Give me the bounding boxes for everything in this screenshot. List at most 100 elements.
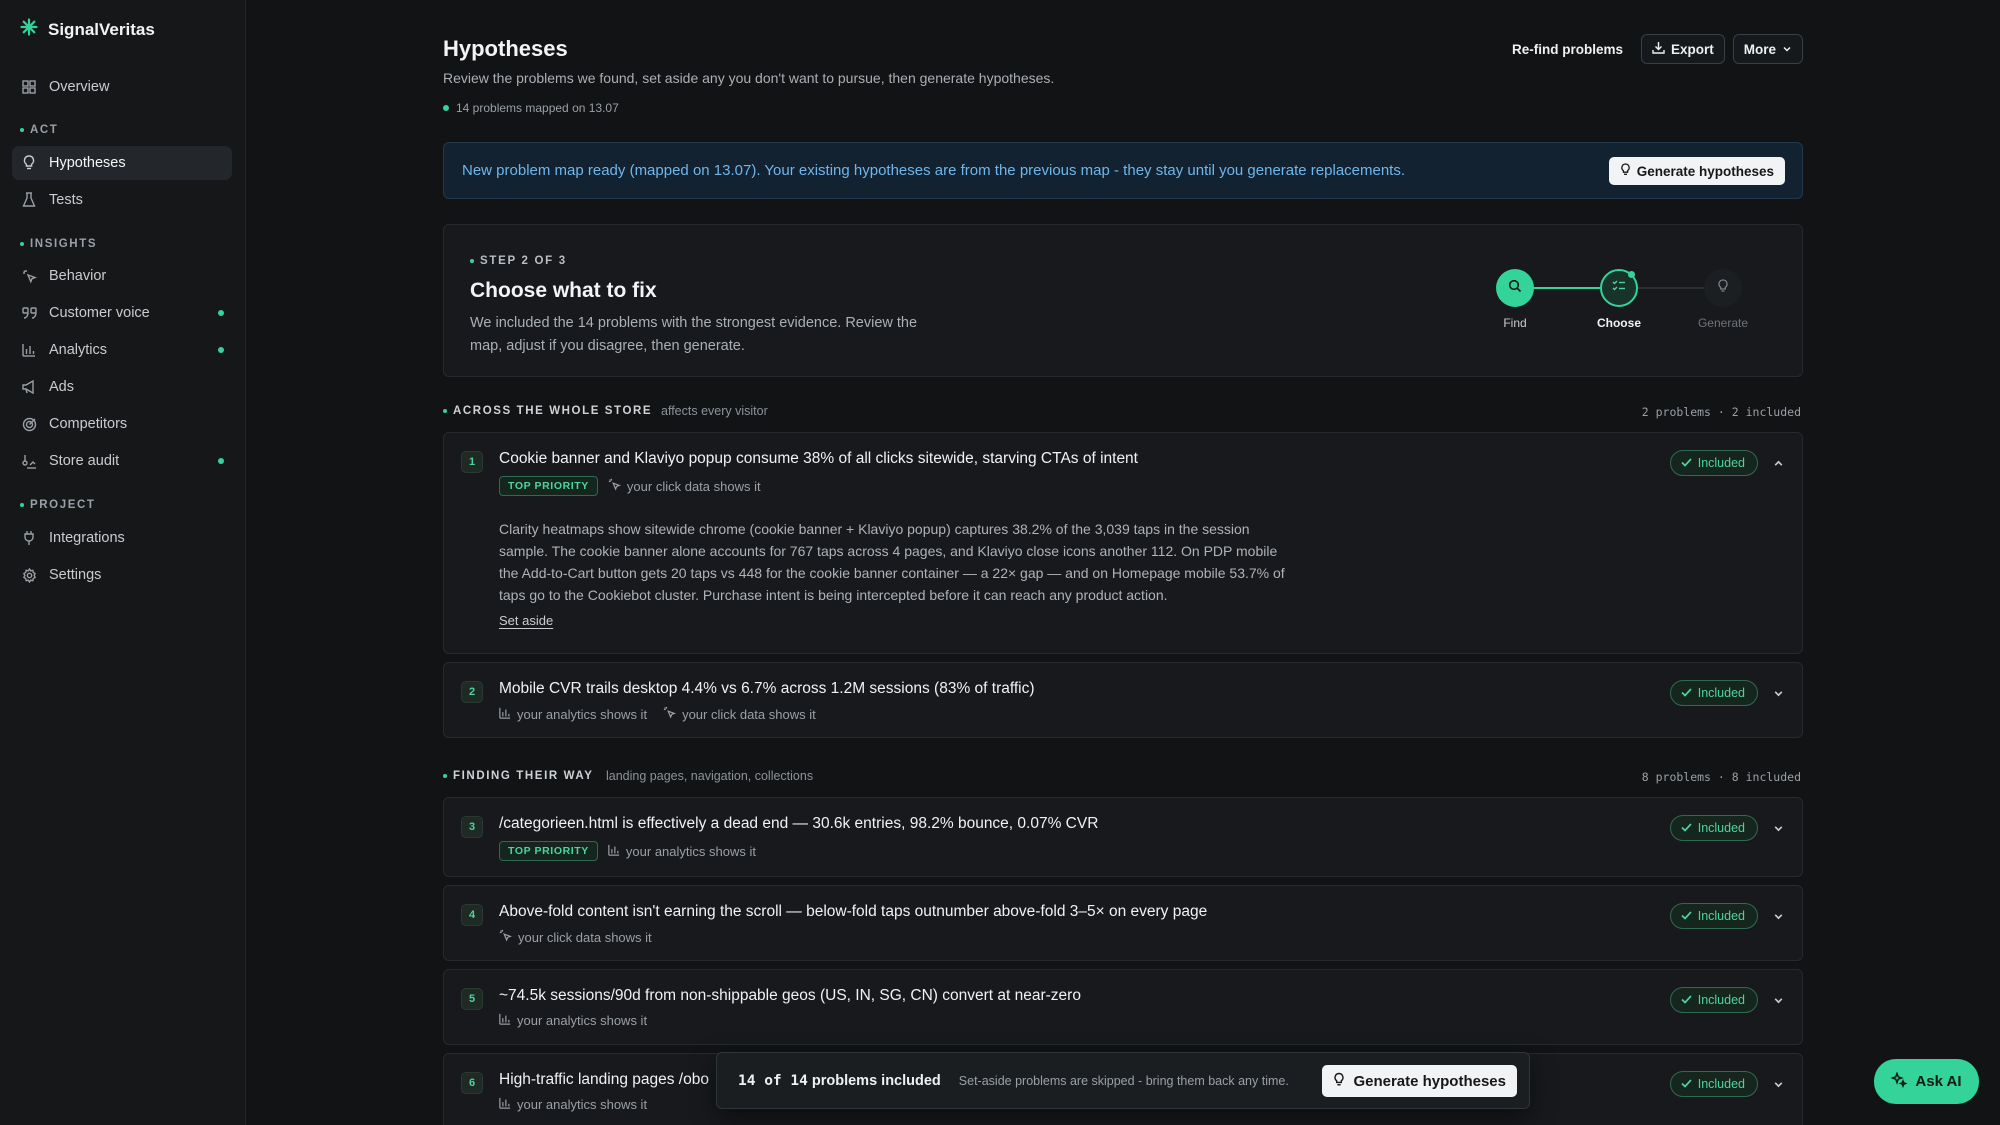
- problem-title: Mobile CVR trails desktop 4.4% vs 6.7% a…: [499, 680, 1035, 697]
- chevron-down-icon[interactable]: [1770, 685, 1786, 701]
- brand[interactable]: SignalVeritas: [20, 18, 155, 41]
- more-label: More: [1743, 41, 1776, 57]
- page-subtitle: Review the problems we found, set aside …: [443, 70, 1055, 86]
- group-count: 2 problems · 2 included: [1641, 405, 1801, 419]
- sidebar-item-hypotheses[interactable]: Hypotheses: [12, 146, 232, 180]
- sidebar-item-integrations[interactable]: Integrations: [12, 521, 232, 555]
- sidebar-item-tests[interactable]: Tests: [12, 183, 232, 217]
- included-label: Included: [1697, 1077, 1745, 1091]
- step-find[interactable]: [1496, 269, 1534, 307]
- included-toggle[interactable]: Included: [1669, 903, 1758, 929]
- banner-button-label: Generate hypotheses: [1636, 163, 1774, 179]
- ask-ai-button[interactable]: Ask AI: [1874, 1059, 1979, 1104]
- top-priority-badge: TOP PRIORITY: [499, 841, 598, 861]
- status-dot: [218, 458, 224, 464]
- cursor-click-icon: [608, 478, 621, 494]
- included-toggle[interactable]: Included: [1669, 450, 1758, 476]
- problem-meta: your click data shows it: [499, 929, 652, 945]
- source-analytics: your analytics shows it: [499, 1013, 647, 1028]
- check-icon: [1681, 686, 1692, 700]
- source-click-data: your click data shows it: [608, 478, 761, 494]
- problem-title: Cookie banner and Klaviyo popup consume …: [499, 450, 1138, 467]
- sidebar-item-settings[interactable]: Settings: [12, 558, 232, 592]
- problem-card[interactable]: 2 Mobile CVR trails desktop 4.4% vs 6.7%…: [443, 662, 1803, 738]
- included-label: Included: [1697, 821, 1745, 835]
- step-choose[interactable]: [1600, 269, 1638, 307]
- included-label: Included: [1697, 456, 1745, 470]
- group-title: ACROSS THE WHOLE STORE: [443, 405, 652, 417]
- checklist-icon: [1612, 279, 1626, 298]
- sidebar-item-label: Customer voice: [49, 305, 150, 321]
- sidebar-item-behavior[interactable]: Behavior: [12, 259, 232, 293]
- problem-card[interactable]: 3 /categorieen.html is effectively a dea…: [443, 797, 1803, 877]
- chevron-down-icon[interactable]: [1770, 908, 1786, 924]
- progress-stepper: Find Choose Generate: [1496, 269, 1752, 339]
- sidebar-item-label: Competitors: [49, 416, 128, 432]
- target-icon: [21, 416, 37, 432]
- problem-meta: your analytics shows it: [499, 1013, 647, 1028]
- sparkle-icon: [1890, 1070, 1908, 1092]
- chevron-down-icon[interactable]: [1770, 1076, 1786, 1092]
- problem-description: Clarity heatmaps show sitewide chrome (c…: [499, 521, 1285, 603]
- generate-hypotheses-button[interactable]: Generate hypotheses: [1322, 1065, 1517, 1097]
- source-click-data: your click data shows it: [663, 706, 816, 722]
- included-toggle[interactable]: Included: [1669, 1071, 1758, 1097]
- sidebar-item-competitors[interactable]: Competitors: [12, 407, 232, 441]
- step-title: Choose what to fix: [470, 279, 657, 302]
- more-button[interactable]: More: [1732, 34, 1803, 64]
- audit-icon: [21, 453, 37, 469]
- lightbulb-icon: [1333, 1072, 1345, 1091]
- set-aside-note: Set-aside problems are skipped - bring t…: [958, 1073, 1289, 1088]
- sidebar-item-overview[interactable]: Overview: [12, 70, 232, 104]
- group-title: FINDING THEIR WAY: [443, 770, 594, 782]
- source-label: your analytics shows it: [517, 1097, 648, 1112]
- included-toggle[interactable]: Included: [1669, 680, 1758, 706]
- step-name-generate: Generate: [1697, 316, 1749, 330]
- included-label: Included: [1697, 686, 1745, 700]
- included-count: 14 of 14 problems included: [738, 1073, 941, 1089]
- sidebar-item-ads[interactable]: Ads: [12, 370, 232, 404]
- top-priority-badge: TOP PRIORITY: [499, 476, 598, 496]
- source-label: your click data shows it: [518, 929, 652, 945]
- problem-number: 3: [461, 816, 483, 838]
- step-name-choose: Choose: [1596, 316, 1641, 330]
- sidebar-item-analytics[interactable]: Analytics: [12, 333, 232, 367]
- chevron-up-icon[interactable]: [1770, 455, 1786, 471]
- problem-meta: TOP PRIORITY your click data shows it: [499, 476, 761, 496]
- included-count-suffix: problems included: [811, 1072, 941, 1089]
- chevron-down-icon[interactable]: [1770, 992, 1786, 1008]
- bar-chart-icon: [21, 342, 37, 358]
- sidebar-item-store-audit[interactable]: Store audit: [12, 444, 232, 478]
- search-icon: [1508, 279, 1522, 298]
- status-dot: [218, 347, 224, 353]
- set-aside-link[interactable]: Set aside: [499, 613, 553, 628]
- export-button[interactable]: Export: [1640, 34, 1725, 64]
- problem-title: ~74.5k sessions/90d from non-shippable g…: [499, 987, 1081, 1004]
- problem-card[interactable]: 1 Cookie banner and Klaviyo popup consum…: [443, 432, 1803, 654]
- problem-title: Above-fold content isn't earning the scr…: [499, 903, 1208, 920]
- problem-meta: your analytics shows it your click data …: [499, 706, 816, 722]
- banner-generate-hypotheses-button[interactable]: Generate hypotheses: [1608, 157, 1785, 185]
- source-analytics: your analytics shows it: [499, 707, 647, 722]
- plug-icon: [21, 530, 37, 546]
- gear-icon: [21, 567, 37, 583]
- included-toggle[interactable]: Included: [1669, 815, 1758, 841]
- sidebar-item-customer-voice[interactable]: Customer voice: [12, 296, 232, 330]
- step-generate[interactable]: [1704, 269, 1742, 307]
- included-label: Included: [1697, 993, 1745, 1007]
- included-toggle[interactable]: Included: [1669, 987, 1758, 1013]
- header-actions: Re-find problems Export More: [1502, 34, 1803, 64]
- problem-number: 6: [461, 1072, 483, 1094]
- sidebar: SignalVeritas Overview ACT Hypotheses Te…: [0, 0, 246, 1125]
- new-map-banner: New problem map ready (mapped on 13.07).…: [443, 142, 1803, 199]
- cursor-click-icon: [21, 268, 37, 284]
- problem-card[interactable]: 4 Above-fold content isn't earning the s…: [443, 885, 1803, 961]
- brand-logo-icon: [20, 18, 38, 41]
- chevron-down-icon[interactable]: [1770, 820, 1786, 836]
- step-card: STEP 2 OF 3 Choose what to fix We includ…: [443, 224, 1803, 377]
- sidebar-item-label: Analytics: [49, 342, 108, 358]
- brand-name: SignalVeritas: [48, 19, 155, 39]
- grid-icon: [21, 79, 37, 95]
- problem-card[interactable]: 5 ~74.5k sessions/90d from non-shippable…: [443, 969, 1803, 1045]
- refind-problems-button[interactable]: Re-find problems: [1502, 35, 1633, 64]
